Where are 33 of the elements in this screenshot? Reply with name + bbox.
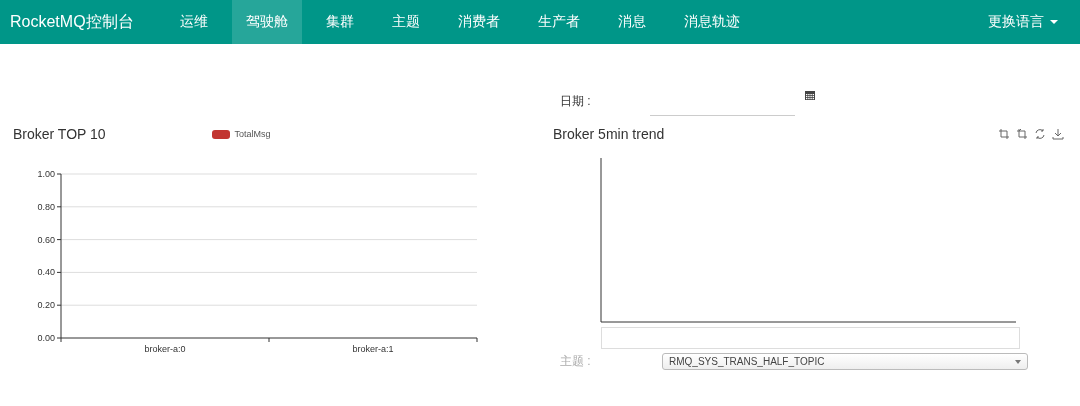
crop-icon[interactable]: [998, 128, 1010, 140]
axis-tick-label: 0.40: [37, 267, 55, 278]
nav-tab[interactable]: 集群: [311, 0, 368, 44]
topic-select[interactable]: RMQ_SYS_TRANS_HALF_TOPIC: [662, 353, 1028, 370]
field-label: 日期 :: [560, 92, 592, 110]
axis-tick-label: 0.60: [37, 234, 55, 245]
caret-icon: [1050, 20, 1058, 24]
nav-tab[interactable]: 消息轨迹: [669, 0, 754, 44]
chart-title: Broker 5min trend: [553, 126, 665, 142]
chart-title: Broker TOP 10: [13, 126, 106, 142]
axis-tick-label: 0.00: [37, 333, 55, 343]
brand-title[interactable]: RocketMQ控制台: [0, 0, 166, 44]
caret-icon: [1015, 359, 1021, 364]
download-icon[interactable]: [1052, 128, 1064, 140]
nav-tab[interactable]: 消息: [603, 0, 660, 44]
legend-label[interactable]: TotalMsg: [234, 129, 271, 139]
field-label: 主题 :: [560, 353, 592, 370]
axis-category-label: broker-a:1: [352, 344, 394, 354]
axis-category-label: broker-a:0: [144, 344, 186, 354]
language-dropdown[interactable]: 更换语言: [988, 0, 1080, 44]
axis-tick-label: 0.80: [37, 201, 55, 212]
nav-tab[interactable]: 运维: [165, 0, 222, 44]
text-field[interactable]: [601, 327, 1020, 349]
nav-tab[interactable]: 驾驶舱: [231, 0, 302, 44]
nav-tab[interactable]: 生产者: [523, 0, 594, 44]
axis-tick-label: 1.00: [37, 169, 55, 179]
legend-swatch[interactable]: [211, 129, 230, 139]
nav-tab[interactable]: 消费者: [443, 0, 514, 44]
axis-tick-label: 0.20: [37, 300, 55, 311]
crop-back-icon[interactable]: [1016, 128, 1028, 140]
refresh-icon[interactable]: [1034, 128, 1046, 140]
calendar-icon[interactable]: [805, 90, 815, 100]
nav-tab[interactable]: 主题: [377, 0, 434, 44]
